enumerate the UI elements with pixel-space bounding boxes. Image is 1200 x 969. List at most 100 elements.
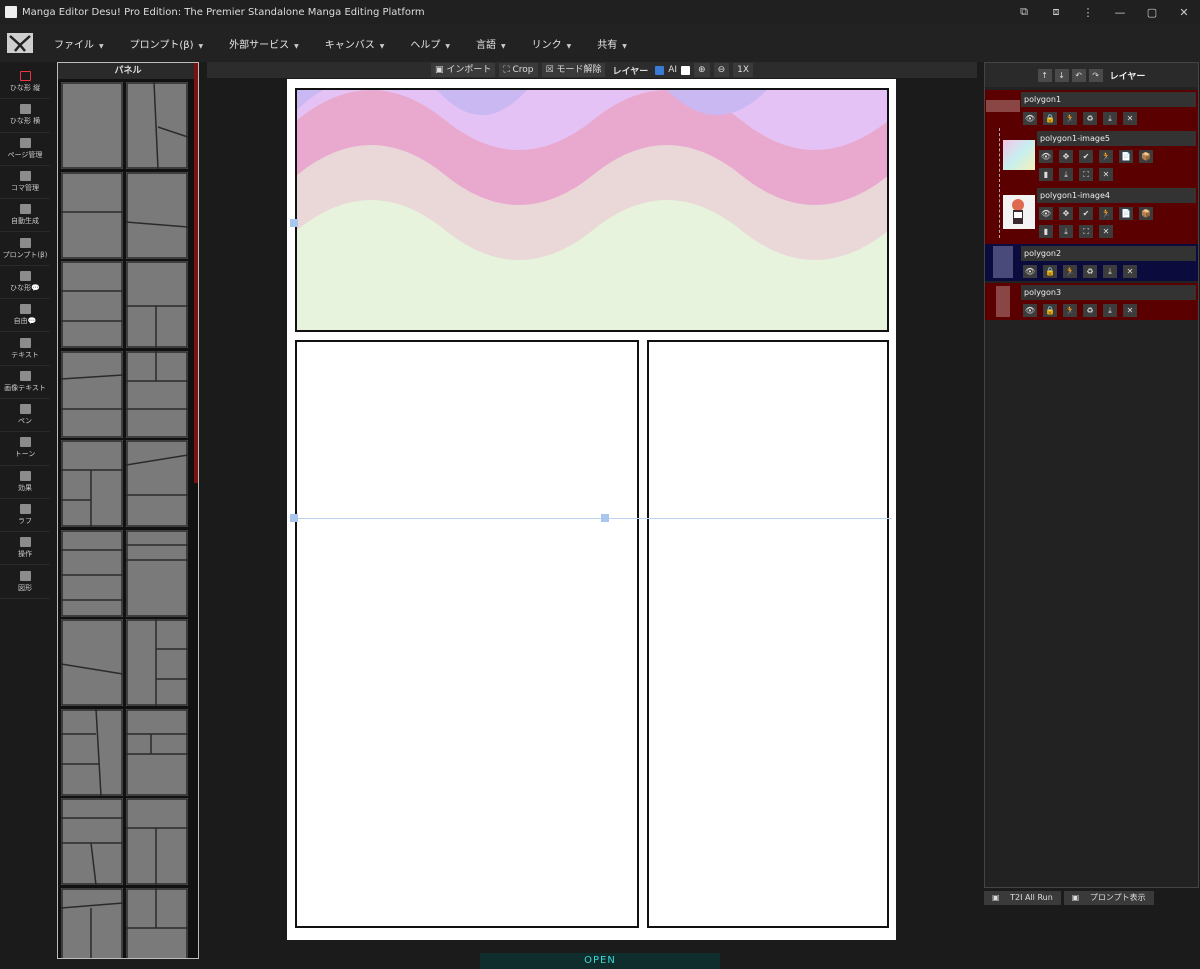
mode-release-button[interactable]: ☒ モード解除: [541, 63, 606, 77]
panel-template[interactable]: [126, 82, 188, 169]
panel-template[interactable]: [61, 887, 123, 958]
recycle-icon[interactable]: ♻: [1083, 112, 1097, 125]
layer-item[interactable]: polygon1 👁 🔒 🏃 ♻ ⤓ ✕ polygon1-image5 👁 ✥…: [985, 90, 1198, 246]
import-button[interactable]: ▣ インポート: [430, 63, 496, 77]
delete-icon[interactable]: ✕: [1123, 304, 1137, 317]
resize-handle[interactable]: [290, 514, 298, 522]
panel-template[interactable]: [126, 619, 188, 706]
extra-checkbox[interactable]: [681, 65, 691, 75]
panel-template[interactable]: [126, 440, 188, 527]
tool-text[interactable]: テキスト: [0, 332, 50, 366]
panel-template[interactable]: [61, 708, 123, 796]
extensions-icon[interactable]: ⧈: [1040, 0, 1072, 24]
panel-polygon2[interactable]: [295, 340, 639, 928]
delete-icon[interactable]: ✕: [1099, 225, 1113, 238]
bar-icon[interactable]: ▮: [1039, 225, 1053, 238]
tool-page-manage[interactable]: ページ管理: [0, 133, 50, 166]
run-icon[interactable]: 🏃: [1099, 207, 1113, 220]
recycle-icon[interactable]: ♻: [1083, 304, 1097, 317]
panel-template[interactable]: [126, 171, 188, 259]
delete-icon[interactable]: ✕: [1123, 112, 1137, 125]
recycle-icon[interactable]: ♻: [1083, 265, 1097, 278]
eye-icon[interactable]: 👁: [1039, 150, 1053, 163]
panel-template[interactable]: [126, 350, 188, 438]
resize-handle[interactable]: [290, 219, 298, 227]
lock-icon[interactable]: 🔒: [1043, 112, 1057, 125]
tool-free-bubble[interactable]: 自由💬: [0, 299, 50, 333]
tool-tone[interactable]: トーン: [0, 432, 50, 466]
layer-item[interactable]: polygon3 👁 🔒 🏃 ♻ ⤓ ✕: [985, 283, 1198, 320]
minimize-button[interactable]: —: [1104, 0, 1136, 24]
tool-image-text[interactable]: 画像テキスト: [0, 366, 50, 399]
zoom-reset-button[interactable]: 1X: [733, 63, 754, 77]
run-icon[interactable]: 🏃: [1063, 265, 1077, 278]
panel-template[interactable]: [126, 261, 188, 348]
panel-template[interactable]: [126, 798, 188, 885]
menu-external[interactable]: 外部サービス ▼: [229, 36, 299, 51]
manga-page[interactable]: [287, 79, 896, 940]
tool-rough[interactable]: ラフ: [0, 499, 50, 533]
logo-icon[interactable]: [0, 24, 40, 62]
panel-template[interactable]: [126, 887, 188, 958]
eye-icon[interactable]: 👁: [1023, 265, 1037, 278]
fit-icon[interactable]: ⛶: [1079, 168, 1093, 181]
check-icon[interactable]: ✔: [1079, 207, 1093, 220]
show-prompt-button[interactable]: ▣ プロンプト表示: [1063, 891, 1154, 905]
tool-landscape-template[interactable]: ひな形 横: [0, 99, 50, 133]
download-icon[interactable]: ⤓: [1103, 304, 1117, 317]
box-icon[interactable]: 📦: [1139, 207, 1153, 220]
panel-template[interactable]: [126, 529, 188, 617]
document-icon[interactable]: 📄: [1119, 207, 1133, 220]
menu-prompt[interactable]: プロンプト(β) ▼: [130, 36, 204, 51]
lock-icon[interactable]: 🔒: [1043, 265, 1057, 278]
open-button[interactable]: OPEN: [480, 953, 720, 969]
lock-icon[interactable]: 🔒: [1043, 304, 1057, 317]
delete-icon[interactable]: ✕: [1123, 265, 1137, 278]
panel-template[interactable]: [61, 798, 123, 885]
download-icon[interactable]: ⤓: [1059, 225, 1073, 238]
eye-icon[interactable]: 👁: [1039, 207, 1053, 220]
t2i-all-run-button[interactable]: ▣ T2I All Run: [984, 891, 1061, 905]
panel-template[interactable]: [126, 708, 188, 796]
box-icon[interactable]: 📦: [1139, 150, 1153, 163]
tool-portrait-template[interactable]: ひな形 縦: [0, 66, 50, 100]
tool-auto-generate[interactable]: 自動生成: [0, 199, 50, 233]
move-icon[interactable]: ✥: [1059, 207, 1073, 220]
document-icon[interactable]: 📄: [1119, 150, 1133, 163]
fit-icon[interactable]: ⛶: [1079, 225, 1093, 238]
ai-checkbox[interactable]: [655, 65, 665, 75]
maximize-button[interactable]: ▢: [1136, 0, 1168, 24]
move-up-button[interactable]: ↑: [1037, 68, 1052, 82]
tool-effect[interactable]: 効果: [0, 466, 50, 499]
zoom-out-button[interactable]: ⊖: [713, 63, 730, 77]
menu-share[interactable]: 共有 ▼: [597, 36, 627, 51]
panel-polygon3[interactable]: [647, 340, 889, 928]
panel-template[interactable]: [61, 82, 123, 169]
tool-pen[interactable]: ペン: [0, 399, 50, 433]
menu-link[interactable]: リンク ▼: [532, 36, 572, 51]
tool-operation[interactable]: 操作: [0, 532, 50, 566]
move-icon[interactable]: ✥: [1059, 150, 1073, 163]
panel-template[interactable]: [61, 350, 123, 438]
run-icon[interactable]: 🏃: [1099, 150, 1113, 163]
more-icon[interactable]: ⋮: [1072, 0, 1104, 24]
undo-button[interactable]: ↶: [1071, 68, 1086, 82]
panel-template[interactable]: [61, 171, 123, 259]
palette-scrollbar[interactable]: [194, 63, 198, 483]
delete-icon[interactable]: ✕: [1099, 168, 1113, 181]
move-down-button[interactable]: ↓: [1054, 68, 1069, 82]
panel-template[interactable]: [61, 619, 123, 706]
crop-button[interactable]: ⛶ Crop: [499, 63, 538, 77]
panel-polygon1[interactable]: [295, 88, 889, 332]
menu-canvas[interactable]: キャンバス ▼: [325, 36, 385, 51]
tool-shapes[interactable]: 図形: [0, 565, 50, 599]
menu-help[interactable]: ヘルプ ▼: [410, 36, 450, 51]
panel-template[interactable]: [61, 440, 123, 527]
eye-icon[interactable]: 👁: [1023, 304, 1037, 317]
close-button[interactable]: ✕: [1168, 0, 1200, 24]
run-icon[interactable]: 🏃: [1063, 112, 1077, 125]
panel-template[interactable]: [61, 261, 123, 348]
menu-file[interactable]: ファイル ▼: [54, 36, 104, 51]
download-icon[interactable]: ⤓: [1103, 112, 1117, 125]
redo-button[interactable]: ↷: [1088, 68, 1103, 82]
